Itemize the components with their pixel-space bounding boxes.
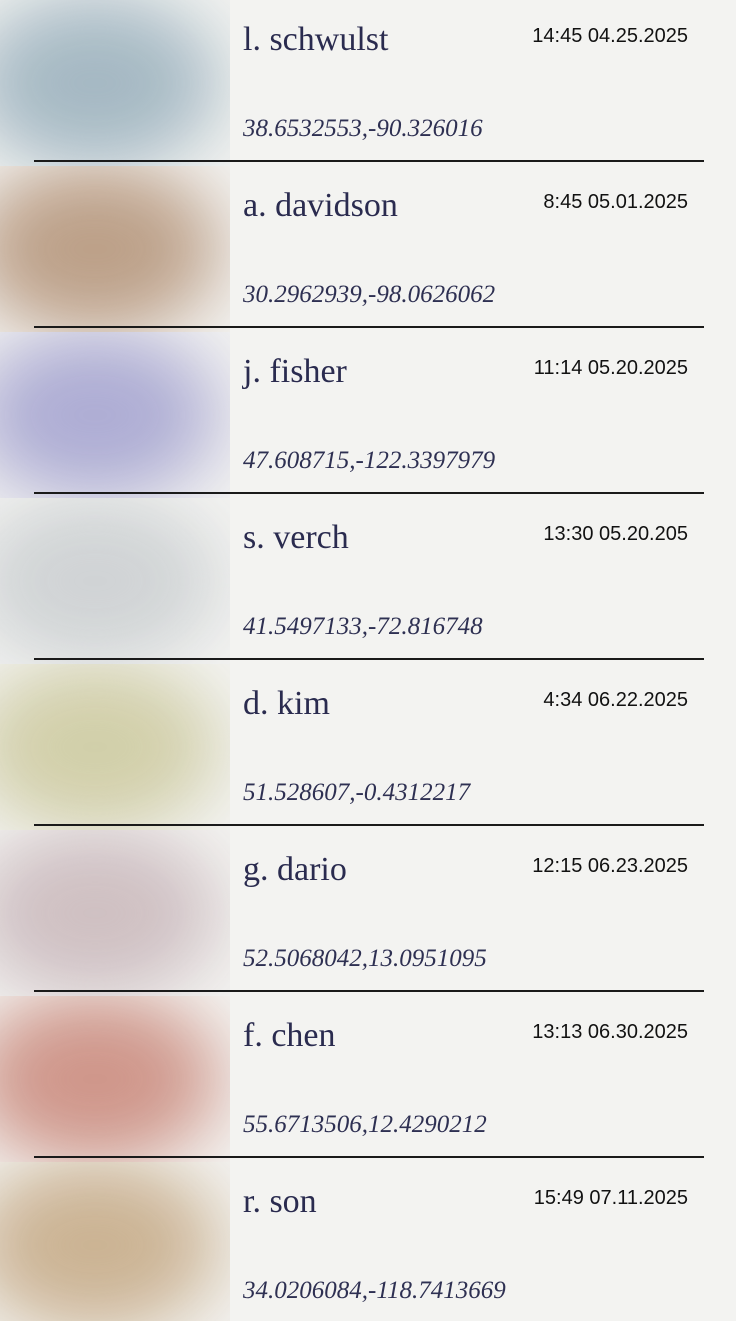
entry-name: l. schwulst — [243, 21, 389, 58]
entry-name: f. chen — [243, 1017, 336, 1054]
list-item[interactable]: r. son 15:49 07.11.2025 34.0206084,-118.74… — [0, 1162, 736, 1321]
entry-timestamp: 12:15 06.23.2025 — [532, 855, 688, 877]
blurred-photo — [0, 0, 230, 166]
entry-timestamp: 4:34 06.22.2025 — [543, 689, 688, 711]
thumbnail — [0, 830, 230, 996]
divider — [34, 658, 704, 660]
blurred-photo — [0, 1162, 230, 1321]
entry-coordinates: 30.2962939,-98.0626062 — [243, 281, 496, 308]
entry-timestamp: 15:49 07.11.2025 — [533, 1187, 688, 1209]
thumbnail — [0, 166, 230, 332]
entry-coordinates: 47.608715,-122.3397979 — [243, 447, 496, 474]
entry-coordinates: 41.5497133,-72.816748 — [243, 613, 483, 640]
divider — [34, 492, 704, 494]
list-item[interactable]: j. fisher 11:14 05.20.2025 47.608715,-122.… — [0, 332, 736, 498]
list-item[interactable]: g. dario 12:15 06.23.2025 52.5068042,13.09… — [0, 830, 736, 996]
list-item[interactable]: f. chen 13:13 06.30.2025 55.6713506,12.429… — [0, 996, 736, 1162]
entry-name: d. kim — [243, 685, 330, 722]
divider — [34, 326, 704, 328]
list-item[interactable]: l. schwulst 14:45 04.25.2025 38.6532553,-9… — [0, 0, 736, 166]
entry-coordinates: 34.0206084,-118.7413669 — [243, 1277, 506, 1304]
blurred-photo — [0, 498, 230, 664]
entry-timestamp: 14:45 04.25.2025 — [532, 25, 688, 47]
blurred-photo — [0, 830, 230, 996]
thumbnail — [0, 332, 230, 498]
blurred-photo — [0, 166, 230, 332]
divider — [34, 824, 704, 826]
thumbnail — [0, 1162, 230, 1321]
thumbnail — [0, 664, 230, 830]
blurred-photo — [0, 332, 230, 498]
entry-name: s. verch — [243, 519, 349, 556]
divider — [34, 160, 704, 162]
entry-coordinates: 52.5068042,13.0951095 — [243, 945, 487, 972]
entry-timestamp: 11:14 05.20.2025 — [533, 357, 688, 379]
entry-coordinates: 55.6713506,12.4290212 — [243, 1111, 487, 1138]
list-item[interactable]: s. verch 13:30 05.20.205 41.5497133,-72.81… — [0, 498, 736, 664]
blurred-photo — [0, 996, 230, 1162]
blurred-photo — [0, 664, 230, 830]
entry-timestamp: 13:30 05.20.205 — [543, 523, 688, 545]
thumbnail — [0, 0, 230, 166]
list-item[interactable]: d. kim 4:34 06.22.2025 51.528607,-0.431221… — [0, 664, 736, 830]
entry-coordinates: 51.528607,-0.4312217 — [243, 779, 471, 806]
entry-list: l. schwulst 14:45 04.25.2025 38.6532553,-9… — [0, 0, 736, 1321]
entry-coordinates: 38.6532553,-90.326016 — [243, 115, 483, 142]
entry-name: j. fisher — [243, 353, 347, 390]
divider — [34, 1156, 704, 1158]
divider — [34, 990, 704, 992]
entry-name: r. son — [243, 1183, 317, 1220]
thumbnail — [0, 996, 230, 1162]
entry-name: g. dario — [243, 851, 347, 888]
entry-name: a. davidson — [243, 187, 398, 224]
list-item[interactable]: a. davidson 8:45 05.01.2025 30.2962939,-98… — [0, 166, 736, 332]
entry-timestamp: 8:45 05.01.2025 — [543, 191, 688, 213]
entry-timestamp: 13:13 06.30.2025 — [532, 1021, 688, 1043]
thumbnail — [0, 498, 230, 664]
